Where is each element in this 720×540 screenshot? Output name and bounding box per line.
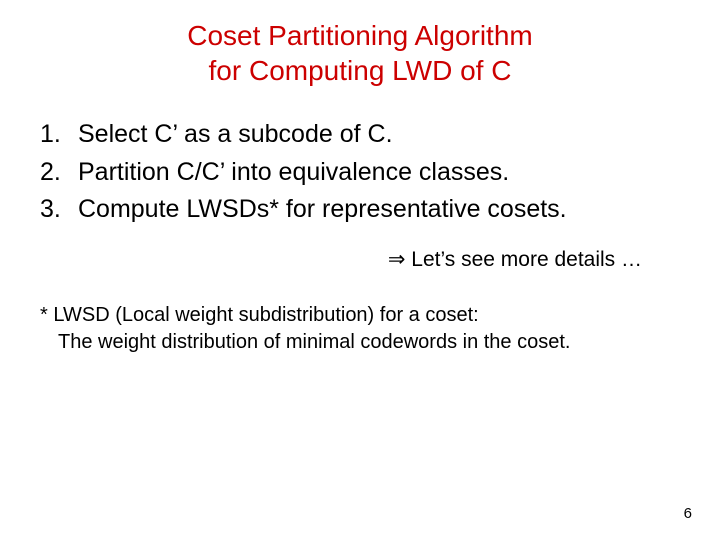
- footnote-line-2: The weight distribution of minimal codew…: [40, 329, 680, 356]
- step-text: Select C’ as a subcode of C.: [78, 116, 393, 154]
- title-line-1: Coset Partitioning Algorithm: [0, 18, 720, 53]
- step-1: 1. Select C’ as a subcode of C.: [40, 116, 720, 154]
- algorithm-steps: 1. Select C’ as a subcode of C. 2. Parti…: [0, 116, 720, 229]
- title-line-2: for Computing LWD of C: [0, 53, 720, 88]
- step-2: 2. Partition C/C’ into equivalence class…: [40, 154, 720, 192]
- step-3: 3. Compute LWSDs* for representative cos…: [40, 191, 720, 229]
- details-text: ⇒ Let’s see more details …: [0, 247, 720, 272]
- step-text: Partition C/C’ into equivalence classes.: [78, 154, 509, 192]
- slide-title: Coset Partitioning Algorithm for Computi…: [0, 0, 720, 88]
- footnote-line-1: * LWSD (Local weight subdistribution) fo…: [40, 302, 680, 329]
- step-text: Compute LWSDs* for representative cosets…: [78, 191, 567, 229]
- step-number: 1.: [40, 116, 78, 154]
- step-number: 2.: [40, 154, 78, 192]
- footnote: * LWSD (Local weight subdistribution) fo…: [0, 302, 720, 356]
- step-number: 3.: [40, 191, 78, 229]
- page-number: 6: [684, 505, 692, 522]
